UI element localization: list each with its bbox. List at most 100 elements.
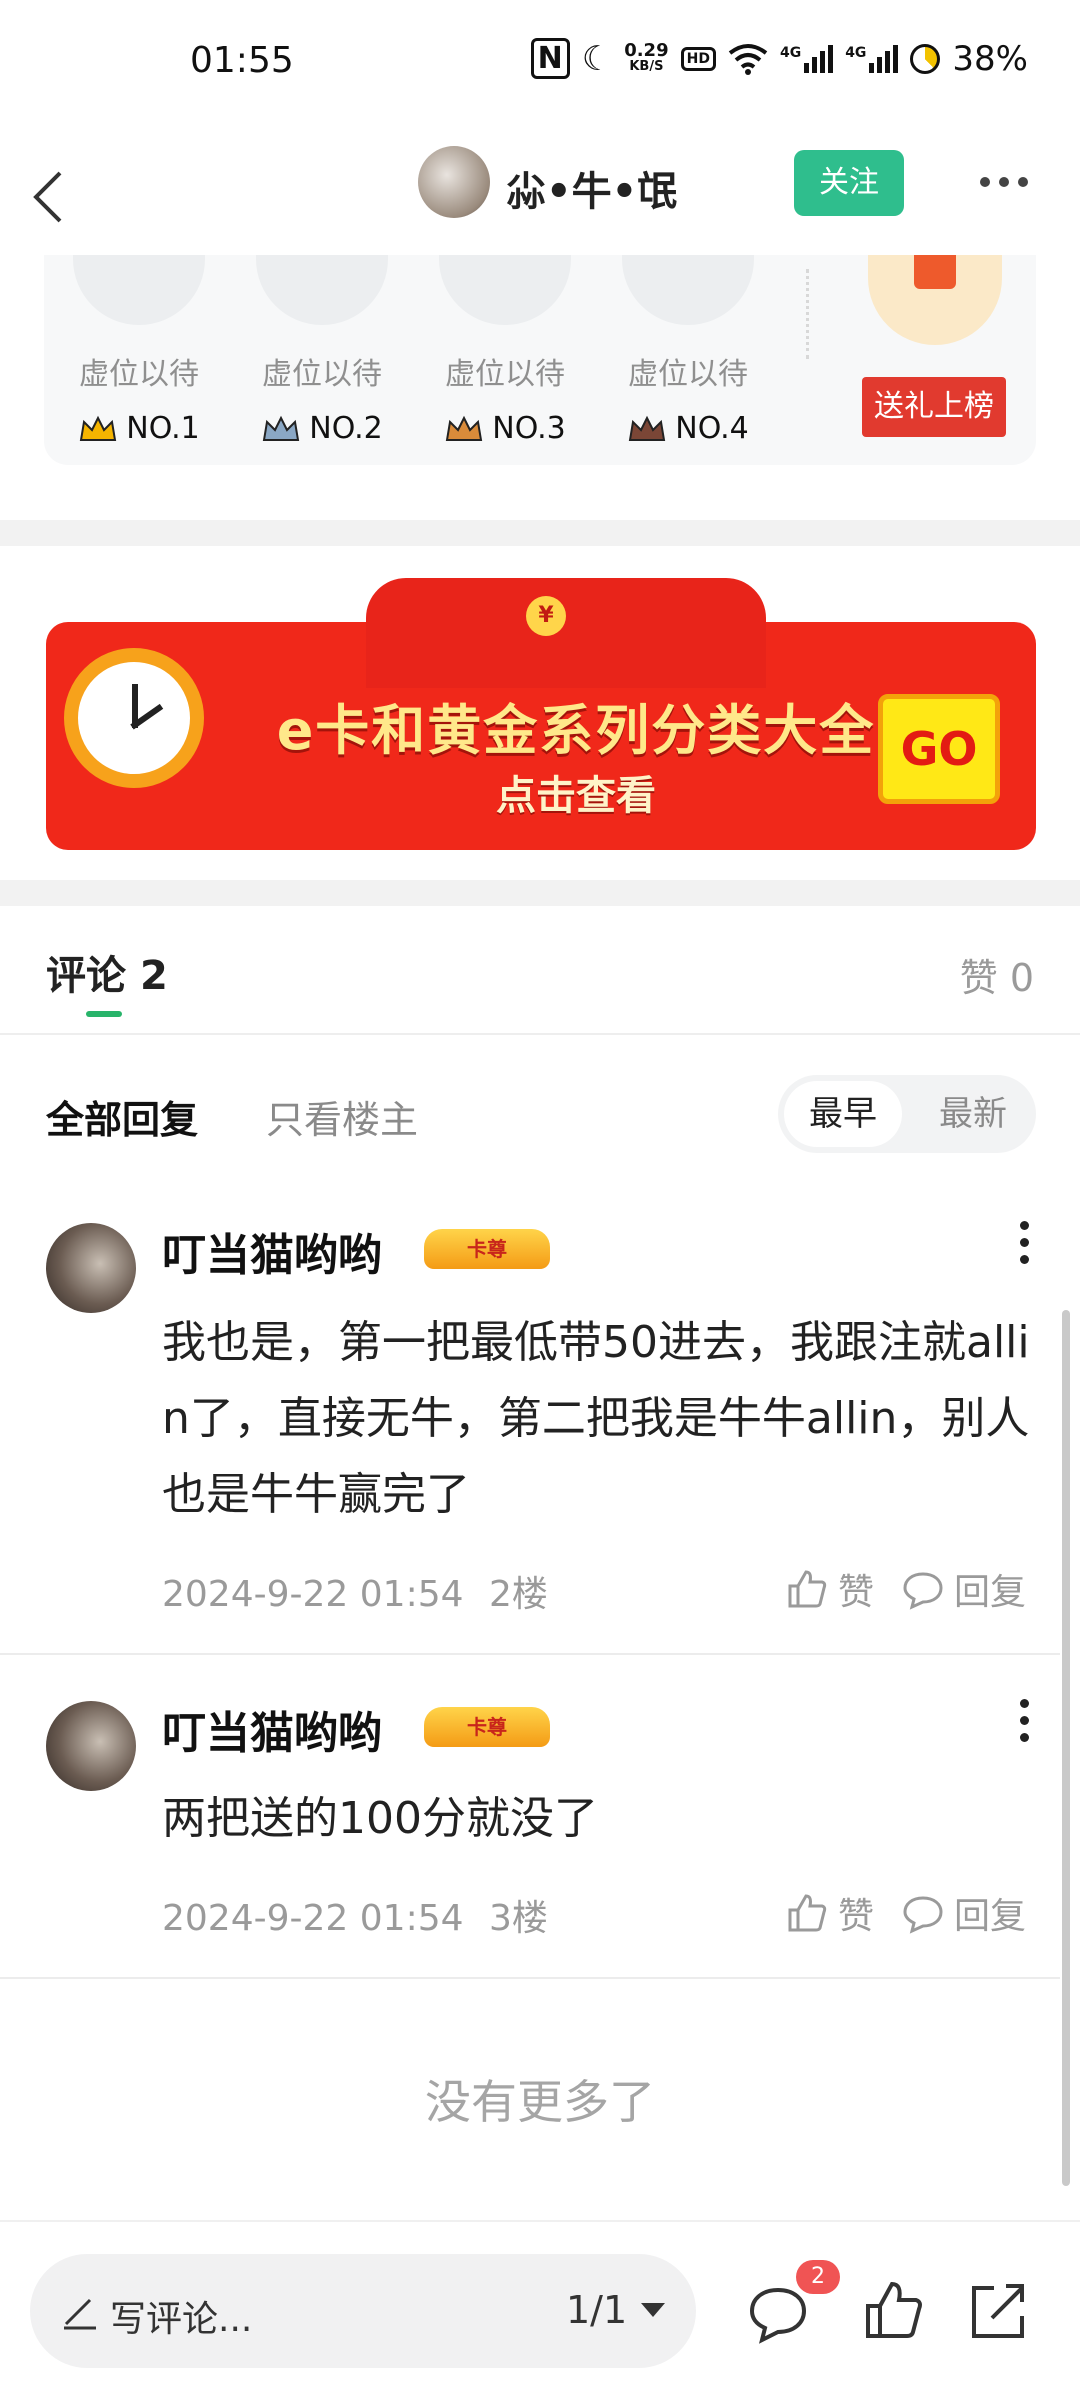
comment-count: 2	[139, 953, 168, 999]
slot-rank: NO.4	[613, 411, 763, 446]
gift-rank-card: 虚位以待 NO.1 虚位以待 NO.2 虚位以待 NO.3 虚位以待 NO.4 …	[44, 255, 1036, 465]
red-envelopes-illustration	[366, 578, 766, 688]
alarm-clock-icon	[64, 648, 204, 788]
commenter-name[interactable]: 叮当猫哟哟	[162, 1219, 382, 1283]
net-speed-unit: KB/S	[629, 58, 664, 74]
comment-meta: 2024-9-22 01:54 2楼	[162, 1565, 548, 1617]
battery-percent: 38%	[952, 38, 1028, 79]
share-icon[interactable]	[966, 2278, 1030, 2342]
reply-button[interactable]: 回复	[902, 1887, 1026, 1939]
vip-badge: 卡尊	[424, 1229, 550, 1269]
empty-seat	[622, 255, 754, 325]
rank-divider	[806, 269, 809, 359]
thumbs-up-icon[interactable]	[862, 2278, 926, 2342]
send-gift-button[interactable]: 送礼上榜	[862, 377, 1006, 437]
commenter-avatar[interactable]	[46, 1223, 136, 1313]
no-more-label: 没有更多了	[425, 2075, 655, 2129]
status-bar: 01:55 N ☾ 0.29 KB/S HD 4G 4G 38%	[0, 0, 1080, 135]
back-arrow-icon[interactable]	[28, 169, 68, 225]
caret-down-icon	[641, 2303, 666, 2317]
tab-likes[interactable]: 赞 0	[960, 947, 1034, 1002]
signal-icon-2: 4G	[845, 44, 899, 73]
sort-earliest-button[interactable]: 最早	[784, 1081, 902, 1147]
comment-date: 2024-9-22 01:54	[162, 1898, 464, 1939]
net-speed: 0.29 KB/S	[624, 39, 669, 75]
comment-date: 2024-9-22 01:54	[162, 1574, 464, 1615]
banner-go-button[interactable]: GO	[878, 694, 1000, 804]
author-avatar[interactable]	[418, 146, 490, 218]
crown-icon	[263, 415, 300, 441]
status-time: 01:55	[190, 40, 294, 81]
banner-subtitle: 点击查看	[496, 773, 656, 819]
pencil-icon	[64, 2298, 96, 2330]
reply-label: 回复	[953, 1896, 1026, 1937]
comment-divider	[0, 1977, 1060, 1979]
slot-wait-label: 虚位以待	[628, 357, 748, 392]
comment-more-icon[interactable]	[1020, 1221, 1030, 1272]
write-comment-placeholder: 写评论...	[110, 2299, 253, 2340]
reply-button[interactable]: 回复	[902, 1563, 1026, 1615]
crown-icon	[629, 415, 666, 441]
page-indicator[interactable]: 1/1	[566, 2288, 666, 2332]
comment-item: 叮当猫哟哟 卡尊 两把送的100分就没了 2024-9-22 01:54 3楼 …	[0, 1655, 1060, 1977]
follow-button[interactable]: 关注	[794, 150, 904, 216]
banner-title: e卡和黄金系列分类大全	[276, 699, 876, 762]
author-name[interactable]: 尛•牛•氓	[506, 159, 677, 217]
comment-floor: 3楼	[488, 1898, 548, 1939]
like-label: 赞	[837, 1896, 874, 1937]
nfc-icon: N	[530, 38, 570, 79]
reply-label: 回复	[953, 1572, 1026, 1613]
battery-icon	[910, 43, 941, 74]
rank-slot-1: 虚位以待 NO.1	[64, 255, 214, 446]
section-divider	[0, 520, 1080, 546]
thumbs-up-icon	[788, 1894, 827, 1932]
empty-seat	[256, 255, 388, 325]
slot-rank: NO.2	[247, 411, 397, 446]
slot-rank: NO.3	[430, 411, 580, 446]
empty-seat	[73, 255, 205, 325]
slot-wait-label: 虚位以待	[79, 357, 199, 392]
like-button[interactable]: 赞	[786, 1563, 874, 1615]
comment-item: 叮当猫哟哟 卡尊 我也是，第一把最低带50进去，我跟注就allin了，直接无牛，…	[0, 1163, 1060, 1653]
tab-comments[interactable]: 评论 2	[46, 943, 168, 1001]
tab-active-indicator	[86, 1011, 122, 1017]
promo-banner[interactable]: ¥ e卡和黄金系列分类大全 点击查看 GO	[46, 578, 1036, 850]
slot-rank: NO.1	[64, 411, 214, 446]
crown-icon	[446, 415, 483, 441]
thumbs-up-icon	[788, 1570, 827, 1608]
comment-more-icon[interactable]	[1020, 1699, 1030, 1750]
rank-slot-2: 虚位以待 NO.2	[247, 255, 397, 446]
more-options-icon[interactable]	[980, 177, 1028, 187]
signal-icon-1: 4G	[780, 44, 834, 73]
commenter-name[interactable]: 叮当猫哟哟	[162, 1697, 382, 1761]
like-button[interactable]: 赞	[786, 1887, 874, 1939]
post-header: 尛•牛•氓 关注	[0, 135, 1080, 255]
comment-tabs: 评论 2 赞 0	[0, 905, 1080, 1035]
scrollbar[interactable]	[1062, 1310, 1070, 2186]
yuan-coin-icon: ¥	[526, 596, 566, 636]
filter-owner-only[interactable]: 只看楼主	[266, 1089, 418, 1144]
comment-actions: 赞 回复	[786, 1563, 1026, 1615]
filter-all-replies[interactable]: 全部回复	[46, 1089, 198, 1144]
reply-bubble-icon	[903, 1896, 943, 1934]
commenter-avatar[interactable]	[46, 1701, 136, 1791]
comment-floor: 2楼	[488, 1574, 548, 1615]
slot-wait-label: 虚位以待	[262, 357, 382, 392]
comment-bubble-icon[interactable]	[746, 2282, 810, 2346]
comment-text: 两把送的100分就没了	[162, 1793, 598, 1844]
rank-slot-4: 虚位以待 NO.4	[613, 255, 763, 446]
like-label: 赞	[837, 1572, 874, 1613]
comment-actions: 赞 回复	[786, 1887, 1026, 1939]
net-speed-value: 0.29	[624, 39, 669, 61]
vip-badge: 卡尊	[424, 1707, 550, 1747]
gift-icon[interactable]	[868, 255, 1002, 345]
hd-icon: HD	[680, 46, 716, 71]
comment-count-badge: 2	[796, 2260, 840, 2294]
section-divider	[0, 880, 1080, 906]
page-indicator-label: 1/1	[566, 2288, 628, 2332]
write-comment-input[interactable]: 写评论... 1/1	[30, 2254, 696, 2368]
sort-toggle: 最早 最新	[778, 1075, 1036, 1153]
rank-slot-3: 虚位以待 NO.3	[430, 255, 580, 446]
sort-newest-button[interactable]: 最新	[918, 1081, 1028, 1147]
reply-filter-bar: 全部回复 只看楼主 最早 最新	[0, 1033, 1080, 1163]
